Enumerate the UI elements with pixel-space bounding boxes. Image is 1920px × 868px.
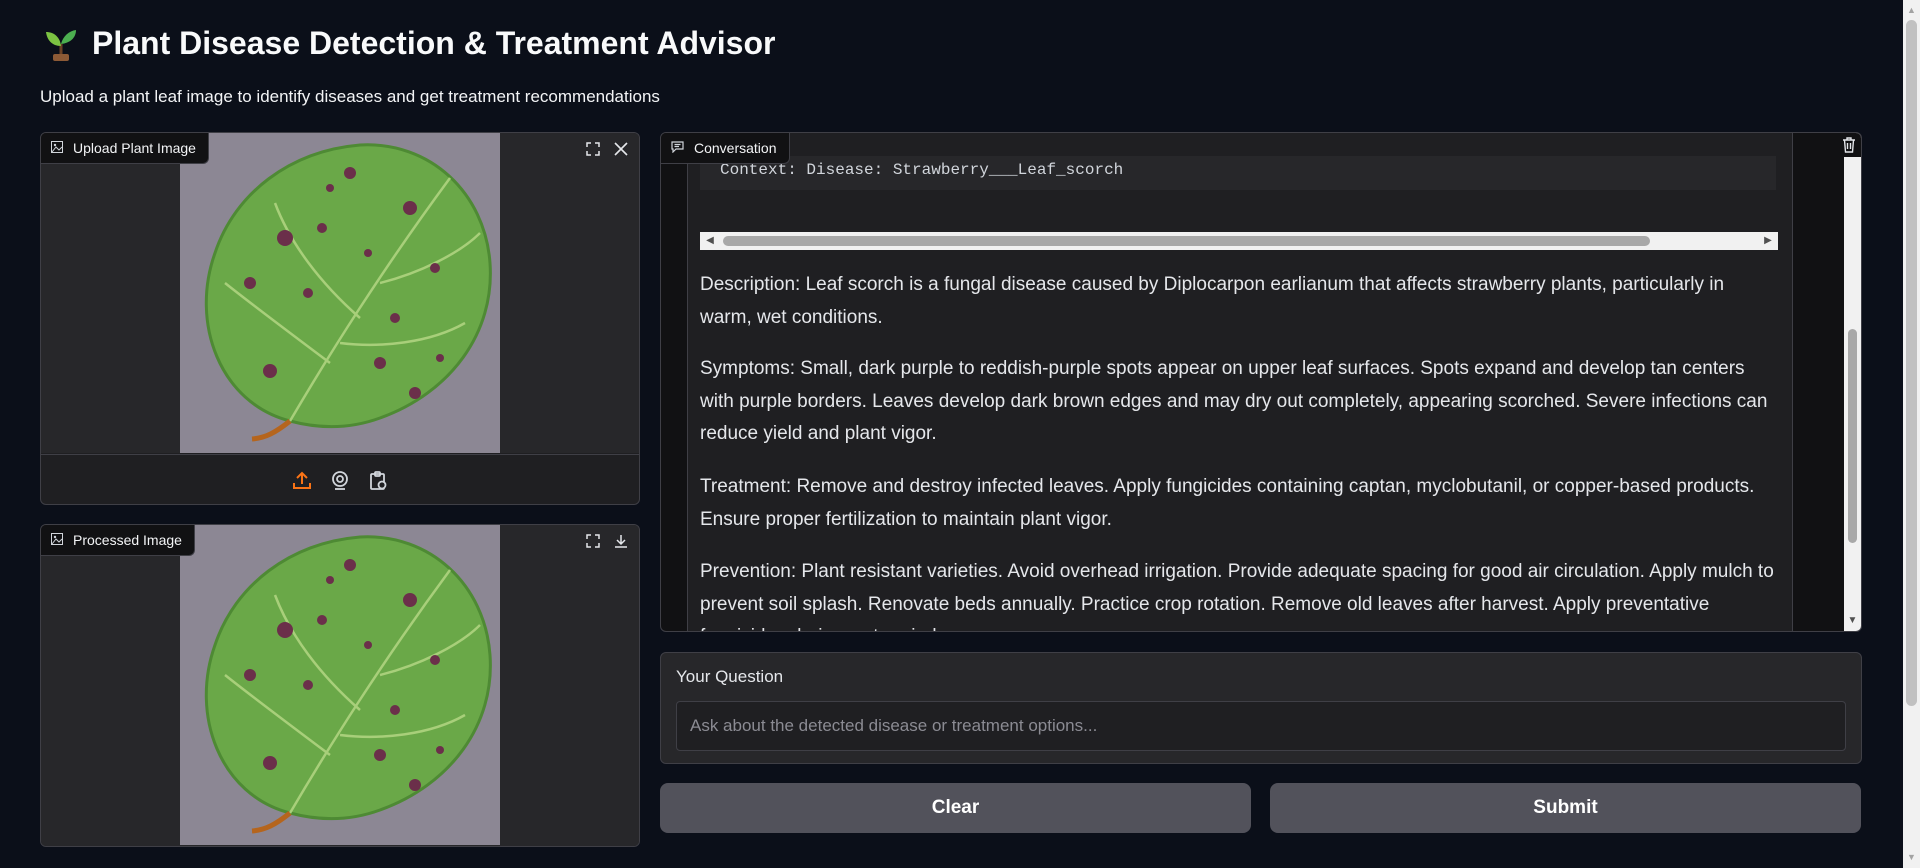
upload-image-panel[interactable]: Upload Plant Image — [40, 132, 640, 505]
chat-icon — [671, 140, 684, 156]
upload-source-toolbar — [41, 454, 639, 504]
upload-icon[interactable] — [291, 469, 313, 491]
uploaded-leaf-image — [180, 133, 500, 453]
treatment-paragraph: Treatment: Remove and destroy infected l… — [700, 476, 1755, 530]
conversation-panel[interactable]: Conversation Context: Disease: Strawberr… — [660, 132, 1862, 632]
conversation-label: Conversation — [661, 133, 790, 164]
processed-panel-label-text: Processed Image — [73, 532, 182, 548]
vertical-scroll-thumb[interactable] — [1848, 329, 1857, 543]
fullscreen-icon[interactable] — [581, 529, 605, 553]
processed-leaf-image — [180, 525, 500, 845]
question-panel: Your Question — [660, 652, 1862, 764]
scroll-up-arrow-icon[interactable]: ▲ — [1903, 2, 1920, 19]
page-scroll-thumb[interactable] — [1906, 20, 1917, 706]
chat-message: Context: Disease: Strawberry___Leaf_scor… — [687, 133, 1793, 631]
upload-panel-label-text: Upload Plant Image — [73, 140, 196, 156]
question-input[interactable] — [676, 701, 1846, 751]
page-title: Plant Disease Detection & Treatment Advi… — [92, 24, 776, 61]
trash-icon[interactable] — [1837, 133, 1861, 157]
processed-image-panel: Processed Image — [40, 524, 640, 847]
close-icon[interactable] — [609, 137, 633, 161]
webcam-icon[interactable] — [329, 469, 351, 491]
seedling-icon — [46, 30, 76, 61]
download-icon[interactable] — [609, 529, 633, 553]
scroll-left-arrow-icon[interactable]: ◀ — [702, 232, 718, 250]
prevention-paragraph: Prevention: Plant resistant varieties. A… — [700, 561, 1774, 631]
scroll-down-arrow-icon[interactable]: ▼ — [1844, 615, 1861, 629]
header: Plant Disease Detection & Treatment Advi… — [42, 20, 775, 66]
clipboard-icon[interactable] — [367, 469, 389, 491]
symptoms-paragraph: Symptoms: Small, dark purple to reddish-… — [700, 358, 1768, 444]
horizontal-scroll-thumb[interactable] — [723, 236, 1650, 246]
chat-vertical-scrollbar[interactable]: ▼ — [1844, 133, 1861, 631]
scroll-right-arrow-icon[interactable]: ▶ — [1760, 232, 1776, 250]
image-icon — [51, 140, 63, 156]
question-label: Your Question — [676, 667, 784, 686]
code-horizontal-scrollbar[interactable]: ◀ ▶ — [700, 232, 1778, 250]
upload-panel-label: Upload Plant Image — [41, 133, 209, 164]
page-scrollbar[interactable]: ▲ ▼ — [1903, 0, 1920, 868]
image-icon — [51, 532, 63, 548]
clear-button[interactable]: Clear — [660, 783, 1251, 833]
upload-image-area[interactable] — [41, 133, 639, 453]
page-subtitle: Upload a plant leaf image to identify di… — [40, 87, 660, 106]
submit-button[interactable]: Submit — [1270, 783, 1861, 833]
context-code-line: Context: Disease: Strawberry___Leaf_scor… — [700, 156, 1776, 190]
conversation-label-text: Conversation — [694, 140, 777, 156]
fullscreen-icon[interactable] — [581, 137, 605, 161]
processed-image-area — [41, 525, 639, 846]
scroll-down-arrow-icon[interactable]: ▼ — [1903, 849, 1920, 866]
processed-panel-label: Processed Image — [41, 525, 195, 556]
description-paragraph: Description: Leaf scorch is a fungal dis… — [700, 274, 1725, 328]
